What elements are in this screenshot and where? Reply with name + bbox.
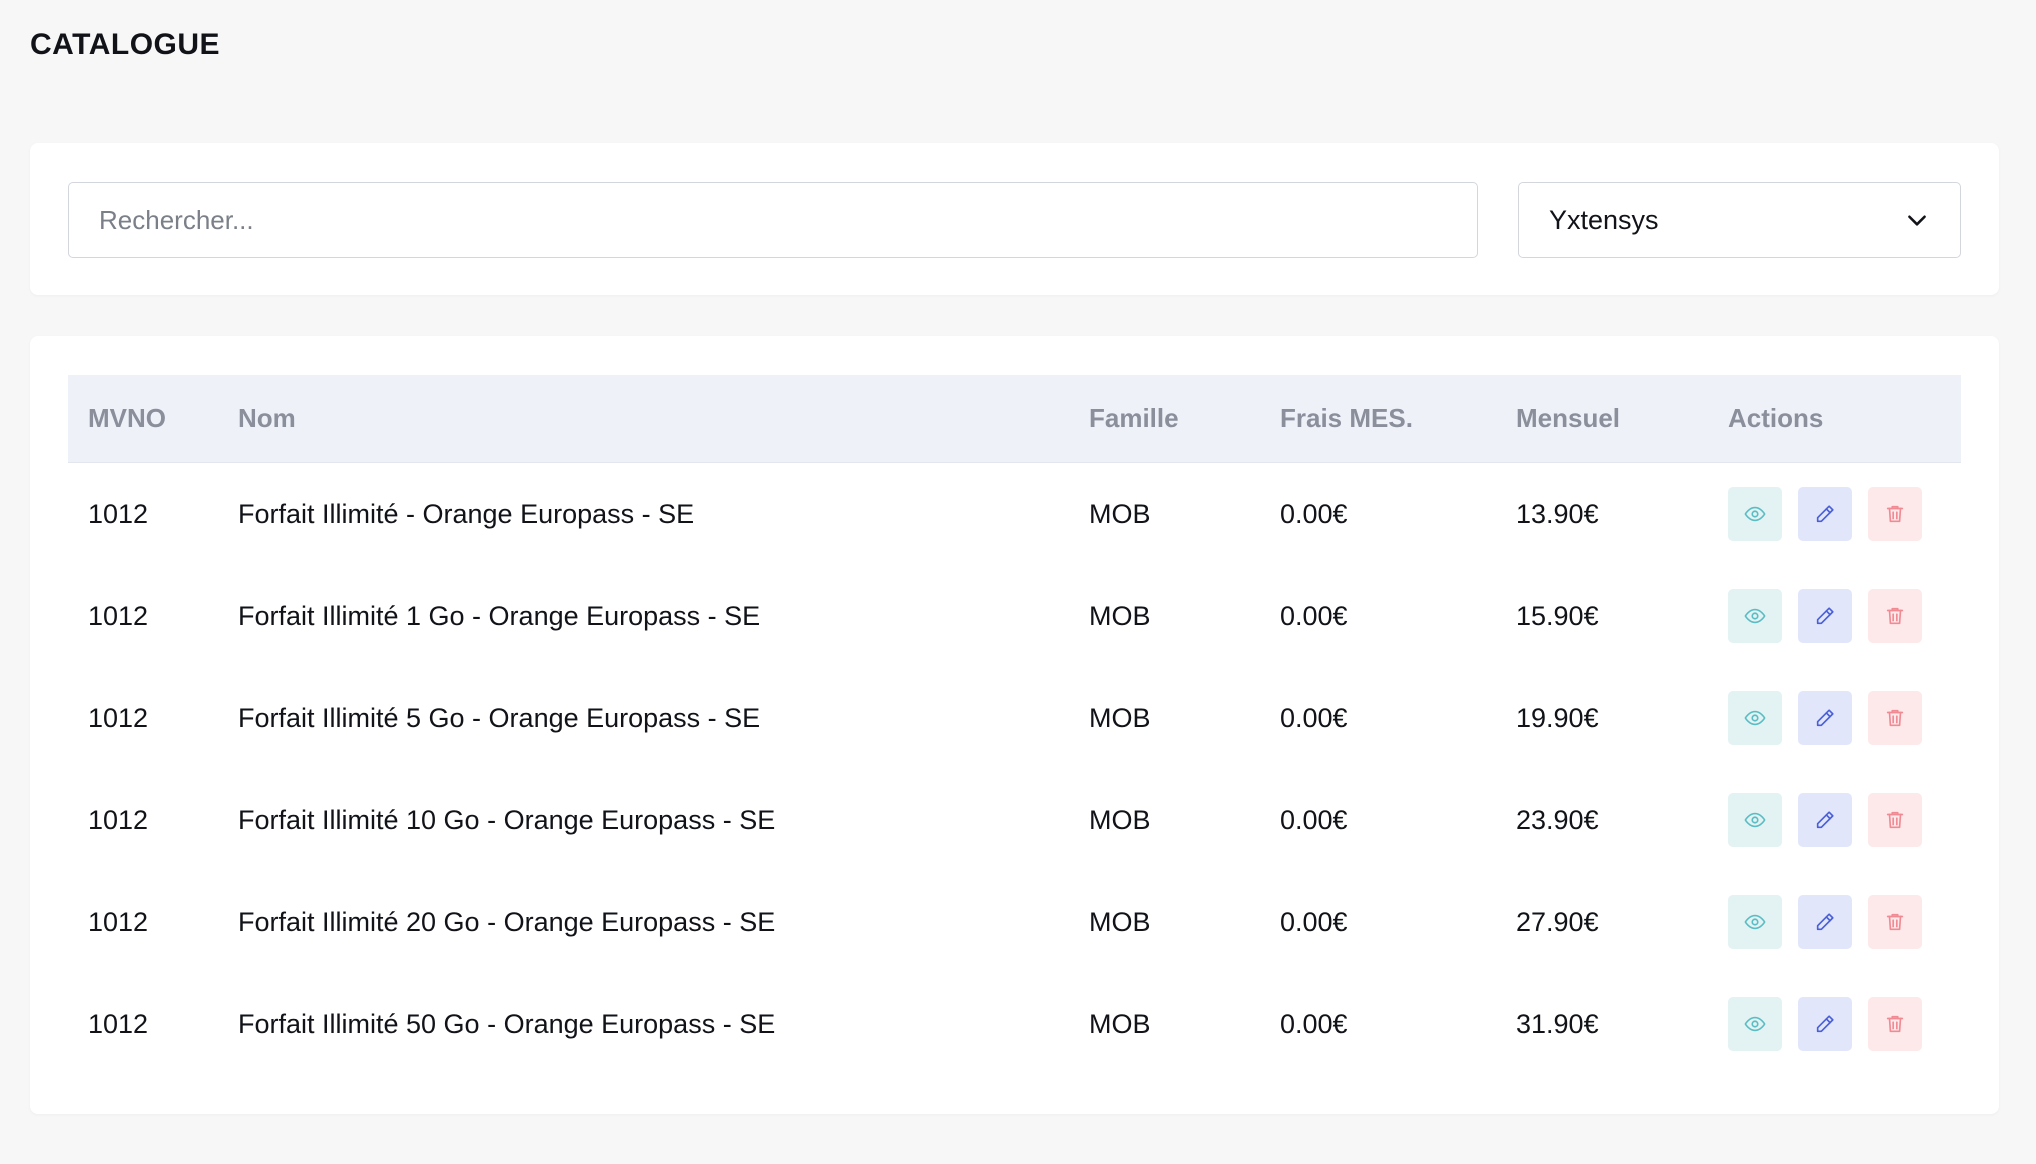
- delete-button[interactable]: [1868, 589, 1922, 643]
- pencil-icon: [1816, 709, 1834, 727]
- cell-actions: [1728, 895, 1961, 949]
- view-button[interactable]: [1728, 997, 1782, 1051]
- page-title: CATALOGUE: [30, 28, 221, 61]
- trash-icon: [1886, 709, 1904, 727]
- delete-button[interactable]: [1868, 691, 1922, 745]
- table-header: MVNO Nom Famille Frais MES. Mensuel Acti…: [68, 375, 1961, 463]
- trash-icon: [1886, 811, 1904, 829]
- edit-button[interactable]: [1798, 895, 1852, 949]
- delete-button[interactable]: [1868, 487, 1922, 541]
- cell-actions: [1728, 997, 1961, 1051]
- cell-nom: Forfait Illimité 50 Go - Orange Europass…: [238, 1008, 776, 1039]
- cell-mvno: 1012: [88, 498, 149, 529]
- pencil-icon: [1816, 505, 1834, 523]
- eye-icon: [1744, 710, 1766, 726]
- filter-card: Yxtensys: [30, 143, 1999, 295]
- view-button[interactable]: [1728, 487, 1782, 541]
- cell-mvno: 1012: [88, 906, 149, 937]
- cell-mensuel: 19.90€: [1516, 702, 1599, 733]
- header-actions: Actions: [1728, 403, 1824, 433]
- edit-button[interactable]: [1798, 793, 1852, 847]
- cell-mensuel: 15.90€: [1516, 600, 1599, 631]
- cell-frais: 0.00€: [1280, 1008, 1348, 1039]
- view-button[interactable]: [1728, 895, 1782, 949]
- pencil-icon: [1816, 1015, 1834, 1033]
- cell-mvno: 1012: [88, 702, 149, 733]
- trash-icon: [1886, 505, 1904, 523]
- table-row: 1012 Forfait Illimité 10 Go - Orange Eur…: [68, 769, 1961, 871]
- table-row: 1012 Forfait Illimité 1 Go - Orange Euro…: [68, 565, 1961, 667]
- cell-frais: 0.00€: [1280, 804, 1348, 835]
- cell-actions: [1728, 793, 1961, 847]
- eye-icon: [1744, 914, 1766, 930]
- view-button[interactable]: [1728, 793, 1782, 847]
- pencil-icon: [1816, 607, 1834, 625]
- cell-famille: MOB: [1089, 1008, 1151, 1039]
- header-mensuel: Mensuel: [1516, 403, 1621, 433]
- cell-actions: [1728, 487, 1961, 541]
- delete-button[interactable]: [1868, 793, 1922, 847]
- cell-nom: Forfait Illimité - Orange Europass - SE: [238, 498, 695, 529]
- eye-icon: [1744, 1016, 1766, 1032]
- cell-mensuel: 23.90€: [1516, 804, 1599, 835]
- operator-select[interactable]: Yxtensys: [1518, 182, 1961, 258]
- trash-icon: [1886, 607, 1904, 625]
- cell-famille: MOB: [1089, 702, 1151, 733]
- edit-button[interactable]: [1798, 589, 1852, 643]
- cell-mvno: 1012: [88, 804, 149, 835]
- cell-mensuel: 27.90€: [1516, 906, 1599, 937]
- cell-frais: 0.00€: [1280, 600, 1348, 631]
- cell-actions: [1728, 691, 1961, 745]
- cell-nom: Forfait Illimité 1 Go - Orange Europass …: [238, 600, 761, 631]
- header-mvno: MVNO: [88, 403, 166, 433]
- eye-icon: [1744, 608, 1766, 624]
- chevron-down-icon: [1904, 207, 1930, 233]
- view-button[interactable]: [1728, 589, 1782, 643]
- cell-nom: Forfait Illimité 5 Go - Orange Europass …: [238, 702, 761, 733]
- cell-mensuel: 31.90€: [1516, 1008, 1599, 1039]
- table-row: 1012 Forfait Illimité 20 Go - Orange Eur…: [68, 871, 1961, 973]
- edit-button[interactable]: [1798, 997, 1852, 1051]
- pencil-icon: [1816, 913, 1834, 931]
- edit-button[interactable]: [1798, 691, 1852, 745]
- cell-famille: MOB: [1089, 600, 1151, 631]
- cell-mvno: 1012: [88, 1008, 149, 1039]
- cell-mvno: 1012: [88, 600, 149, 631]
- trash-icon: [1886, 1015, 1904, 1033]
- table-row: 1012 Forfait Illimité 5 Go - Orange Euro…: [68, 667, 1961, 769]
- cell-frais: 0.00€: [1280, 498, 1348, 529]
- cell-actions: [1728, 589, 1961, 643]
- cell-mensuel: 13.90€: [1516, 498, 1599, 529]
- cell-famille: MOB: [1089, 804, 1151, 835]
- cell-frais: 0.00€: [1280, 702, 1348, 733]
- cell-nom: Forfait Illimité 20 Go - Orange Europass…: [238, 906, 776, 937]
- eye-icon: [1744, 812, 1766, 828]
- catalogue-table: MVNO Nom Famille Frais MES. Mensuel Acti…: [68, 375, 1961, 1075]
- cell-nom: Forfait Illimité 10 Go - Orange Europass…: [238, 804, 776, 835]
- edit-button[interactable]: [1798, 487, 1852, 541]
- operator-select-value: Yxtensys: [1549, 204, 1659, 235]
- eye-icon: [1744, 506, 1766, 522]
- cell-frais: 0.00€: [1280, 906, 1348, 937]
- table-body: 1012 Forfait Illimité - Orange Europass …: [68, 463, 1961, 1075]
- delete-button[interactable]: [1868, 895, 1922, 949]
- view-button[interactable]: [1728, 691, 1782, 745]
- cell-famille: MOB: [1089, 906, 1151, 937]
- header-nom: Nom: [238, 403, 296, 433]
- catalogue-table-card: MVNO Nom Famille Frais MES. Mensuel Acti…: [30, 336, 1999, 1114]
- trash-icon: [1886, 913, 1904, 931]
- header-frais: Frais MES.: [1280, 403, 1413, 433]
- cell-famille: MOB: [1089, 498, 1151, 529]
- delete-button[interactable]: [1868, 997, 1922, 1051]
- table-row: 1012 Forfait Illimité 50 Go - Orange Eur…: [68, 973, 1961, 1075]
- table-row: 1012 Forfait Illimité - Orange Europass …: [68, 463, 1961, 565]
- header-famille: Famille: [1089, 403, 1179, 433]
- pencil-icon: [1816, 811, 1834, 829]
- search-input[interactable]: [68, 182, 1478, 258]
